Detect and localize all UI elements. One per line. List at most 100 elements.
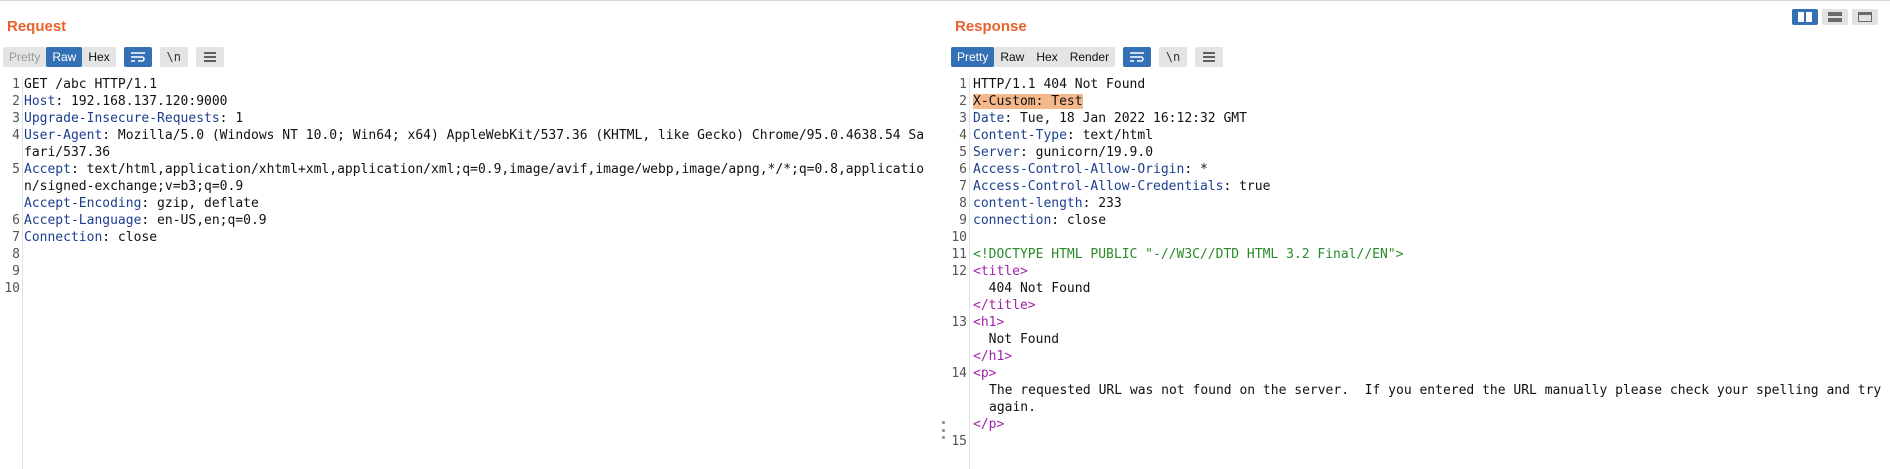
header-name: Accept-Encoding [24, 196, 142, 211]
title-open-tag: <title> [973, 264, 1028, 279]
header-name: Accept [24, 162, 71, 177]
line-number: 1 [959, 77, 967, 92]
word-wrap-icon[interactable] [1123, 47, 1152, 67]
header-name: Server [973, 145, 1020, 160]
header-value: text/html,application/xhtml+xml,applicat… [24, 162, 925, 194]
p-open-tag: <p> [973, 366, 997, 381]
response-line: Date: Tue, 18 Jan 2022 16:12:32 GMT [973, 111, 1247, 126]
response-pane: Response Pretty Raw Hex Render \n 1 2 3 … [947, 1, 1890, 469]
header-value: Tue, 18 Jan 2022 16:12:32 GMT [1012, 111, 1247, 126]
response-line: content-length: 233 [973, 196, 1122, 211]
line-number: 7 [959, 179, 967, 194]
response-view-tabs: Pretty Raw Hex Render [951, 47, 1116, 67]
h1-open-tag: <h1> [973, 315, 1005, 330]
response-tab-raw[interactable]: Raw [994, 47, 1030, 67]
header-name: Host [24, 94, 56, 109]
title-close-tag: </title> [973, 298, 1036, 313]
request-text: GET /abc HTTP/1.1 Host: 192.168.137.120:… [24, 76, 930, 246]
request-line: Upgrade-Insecure-Requests: 1 [24, 111, 244, 126]
response-line: Server: gunicorn/19.9.0 [973, 145, 1154, 160]
response-toolbar: Pretty Raw Hex Render \n [951, 47, 1224, 67]
header-name: connection [973, 213, 1052, 228]
line-number: 5 [12, 162, 20, 177]
line-number: 8 [959, 196, 967, 211]
highlighted-header: X-Custom: Test [973, 94, 1083, 109]
line-number: 6 [12, 213, 20, 228]
response-title: Response [955, 18, 1027, 35]
header-value: gzip, deflate [149, 196, 259, 211]
request-line: User-Agent: Mozilla/5.0 (Windows NT 10.0… [24, 128, 925, 160]
request-line: Accept-Encoding: gzip, deflate [24, 196, 259, 211]
request-line-numbers: 1 2 3 4 5 6 7 8 9 10 [0, 76, 23, 469]
header-value: true [1231, 179, 1271, 194]
response-line: X-Custom: Test [973, 93, 1886, 110]
newline-icon[interactable]: \n [159, 47, 188, 67]
request-editor[interactable]: 1 2 3 4 5 6 7 8 9 10 GET /abc HTTP/1.1 H… [0, 76, 934, 469]
request-line: Host: 192.168.137.120:9000 [24, 94, 228, 109]
request-line: Accept-Language: en-US,en;q=0.9 [24, 213, 267, 228]
header-value: gunicorn/19.9.0 [1027, 145, 1154, 160]
request-toolbar: Pretty Raw Hex \n [3, 47, 224, 67]
header-value: 233 [1090, 196, 1122, 211]
header-value: 192.168.137.120:9000 [63, 94, 228, 109]
header-name: Access-Control-Allow-Credentials [973, 179, 1224, 194]
request-view-tabs: Pretty Raw Hex [3, 47, 116, 67]
header-name: Content-Type [973, 128, 1067, 143]
line-number: 7 [12, 230, 20, 245]
response-tab-pretty[interactable]: Pretty [951, 47, 995, 67]
request-pane: Request Pretty Raw Hex \n 1 2 3 4 5 6 7 … [0, 1, 934, 469]
line-number: 1 [12, 77, 20, 92]
line-number: 14 [951, 366, 967, 381]
header-value: close [1059, 213, 1107, 228]
response-line: Access-Control-Allow-Origin: * [973, 162, 1208, 177]
response-line [973, 433, 1886, 450]
word-wrap-icon[interactable] [123, 47, 152, 67]
request-line: GET /abc HTTP/1.1 [24, 77, 158, 92]
p-close-tag: </p> [973, 417, 1005, 432]
response-line-numbers: 1 2 3 4 5 6 7 8 9 10 11 12 13 14 15 [947, 76, 970, 469]
pane-splitter[interactable] [941, 421, 945, 439]
doctype-line: <!DOCTYPE HTML PUBLIC "-//W3C//DTD HTML … [973, 247, 1404, 262]
response-tab-hex[interactable]: Hex [1030, 47, 1063, 67]
line-number: 13 [951, 315, 967, 330]
header-value: 1 [227, 111, 244, 126]
header-name: content-length [973, 196, 1083, 211]
p-content: The requested URL was not found on the s… [989, 383, 1890, 415]
line-number: 3 [959, 111, 967, 126]
request-line: Accept: text/html,application/xhtml+xml,… [24, 162, 925, 194]
h1-content: Not Found [988, 332, 1060, 347]
request-tab-hex[interactable]: Hex [82, 47, 115, 67]
line-number: 4 [959, 128, 967, 143]
line-number: 6 [959, 162, 967, 177]
line-number: 9 [12, 264, 20, 279]
response-line: connection: close [973, 213, 1107, 228]
response-tab-render[interactable]: Render [1064, 47, 1115, 67]
header-name: Accept-Language [24, 213, 142, 228]
menu-icon[interactable] [1195, 47, 1224, 67]
header-name: Access-Control-Allow-Origin [973, 162, 1185, 177]
response-line: Content-Type: text/html [973, 128, 1154, 143]
h1-close-tag: </h1> [973, 349, 1013, 364]
line-number: 3 [12, 111, 20, 126]
request-title: Request [7, 18, 67, 35]
response-line [973, 229, 1886, 246]
newline-icon[interactable]: \n [1159, 47, 1188, 67]
response-editor[interactable]: 1 2 3 4 5 6 7 8 9 10 11 12 13 14 15 HTTP… [947, 76, 1890, 469]
status-line: HTTP/1.1 404 Not Found [973, 77, 1146, 92]
request-tab-raw[interactable]: Raw [46, 47, 83, 67]
response-line: Access-Control-Allow-Credentials: true [973, 179, 1271, 194]
menu-icon[interactable] [195, 47, 224, 67]
p-text: The requested URL was not found on the s… [973, 382, 1886, 416]
line-number: 5 [959, 145, 967, 160]
header-value: en-US,en;q=0.9 [149, 213, 267, 228]
response-text: HTTP/1.1 404 Not Found X-Custom: Test Da… [973, 76, 1886, 450]
header-value: text/html [1074, 128, 1154, 143]
line-number: 15 [951, 434, 967, 449]
header-value: Mozilla/5.0 (Windows NT 10.0; Win64; x64… [24, 128, 925, 160]
line-number: 10 [4, 281, 20, 296]
request-tab-pretty[interactable]: Pretty [3, 47, 46, 67]
header-value: close [110, 230, 158, 245]
line-number: 12 [951, 264, 967, 279]
line-number: 9 [959, 213, 967, 228]
title-content: 404 Not Found [988, 281, 1091, 296]
